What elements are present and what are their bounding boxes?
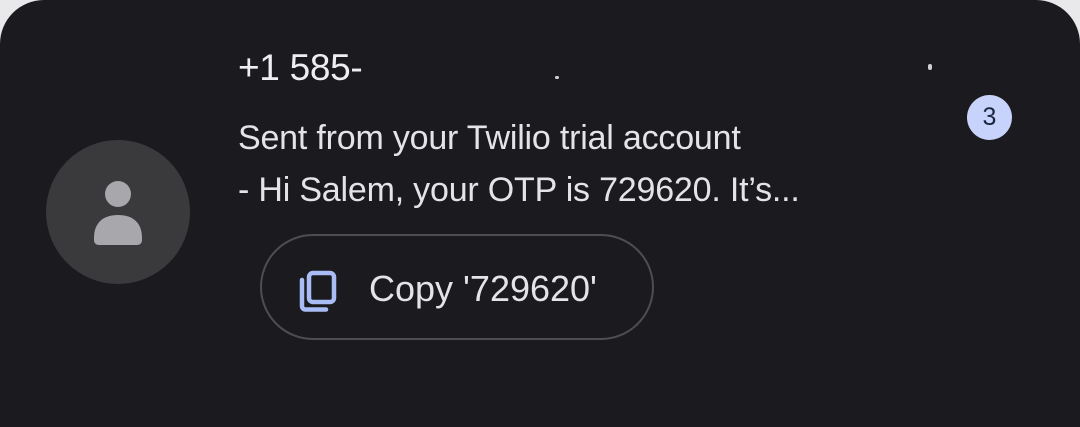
redaction-artifact [555, 76, 559, 79]
snippet-line-2: - Hi Salem, your OTP is 729620. It’s... [238, 171, 800, 209]
conversation-card[interactable]: +1 585- 3 Sent from your Twilio trial ac… [0, 0, 1080, 427]
contact-avatar[interactable] [46, 140, 190, 284]
person-icon [94, 181, 142, 245]
message-snippet: Sent from your Twilio trial account - Hi… [238, 112, 918, 216]
copy-icon [299, 270, 337, 312]
unread-count-badge: 3 [967, 95, 1012, 140]
redaction-artifact [928, 64, 932, 70]
sender-phone-number: +1 585- [238, 47, 363, 88]
copy-otp-label: Copy '729620' [369, 268, 597, 309]
snippet-line-1: Sent from your Twilio trial account [238, 119, 741, 157]
copy-otp-button[interactable]: Copy '729620' [260, 234, 654, 340]
